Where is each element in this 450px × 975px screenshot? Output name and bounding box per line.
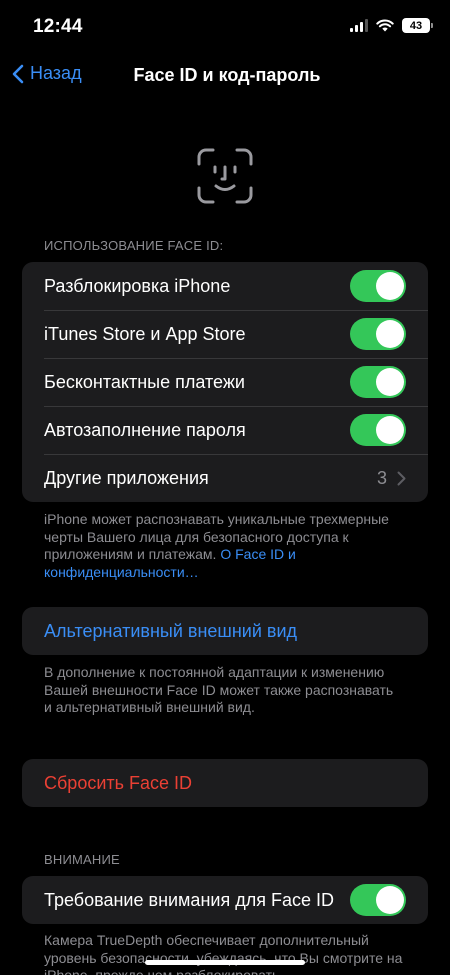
require-attention-toggle[interactable] [350, 884, 406, 916]
battery-icon: 43 [402, 18, 433, 33]
attention-section-header: ВНИМАНИЕ [44, 852, 120, 867]
alternate-footer: В дополнение к постоянной адаптации к из… [44, 664, 394, 715]
row-unlock-iphone: Разблокировка iPhone [22, 262, 428, 310]
row-password-autofill: Автозаполнение пароля [22, 406, 428, 454]
row-label: Другие приложения [44, 467, 209, 488]
row-contactless-payments: Бесконтактные платежи [22, 358, 428, 406]
face-id-icon [197, 148, 253, 204]
faceid-section-header: ИСПОЛЬЗОВАНИЕ FACE ID: [44, 238, 224, 253]
row-label: Требование внимания для Face ID [44, 889, 334, 910]
contactless-payments-toggle[interactable] [350, 366, 406, 398]
other-apps-count: 3 [376, 467, 387, 488]
unlock-iphone-toggle[interactable] [350, 270, 406, 302]
reset-group: Сбросить Face ID [22, 759, 428, 807]
chevron-right-icon [397, 471, 406, 485]
attention-footer: Камера TrueDepth обеспечивает дополнител… [44, 932, 403, 975]
attention-group: Требование внимания для Face ID [22, 876, 428, 924]
settings-screen: 12:44 43 Назад Face ID и код-пароль ИСПО… [0, 0, 450, 975]
row-label: Разблокировка iPhone [44, 275, 231, 296]
faceid-footer: iPhone может распознавать уникальные тре… [44, 511, 404, 581]
alternate-appearance-button[interactable]: Альтернативный внешний вид [22, 607, 428, 655]
navigation-bar: Назад Face ID и код-пароль [0, 54, 450, 98]
cellular-signal-icon [350, 19, 368, 32]
faceid-settings-group: Разблокировка iPhone iTunes Store и App … [22, 262, 428, 502]
status-time: 12:44 [33, 16, 83, 37]
alternate-appearance-group: Альтернативный внешний вид [22, 607, 428, 655]
row-other-apps[interactable]: Другие приложения 3 [22, 454, 428, 502]
row-label: Бесконтактные платежи [44, 371, 245, 392]
wifi-icon [376, 19, 394, 32]
status-bar: 12:44 43 [0, 0, 450, 54]
row-require-attention: Требование внимания для Face ID [22, 876, 428, 924]
password-autofill-toggle[interactable] [350, 414, 406, 446]
row-label: Автозаполнение пароля [44, 419, 246, 440]
row-itunes-app-store: iTunes Store и App Store [22, 310, 428, 358]
reset-face-id-button[interactable]: Сбросить Face ID [22, 759, 428, 807]
page-title: Face ID и код-пароль [133, 65, 321, 85]
status-icons: 43 [350, 18, 433, 33]
itunes-app-store-toggle[interactable] [350, 318, 406, 350]
home-indicator[interactable] [145, 960, 305, 965]
faceid-footer-text: iPhone может распознавать уникальные тре… [44, 511, 389, 562]
row-label: iTunes Store и App Store [44, 323, 246, 344]
